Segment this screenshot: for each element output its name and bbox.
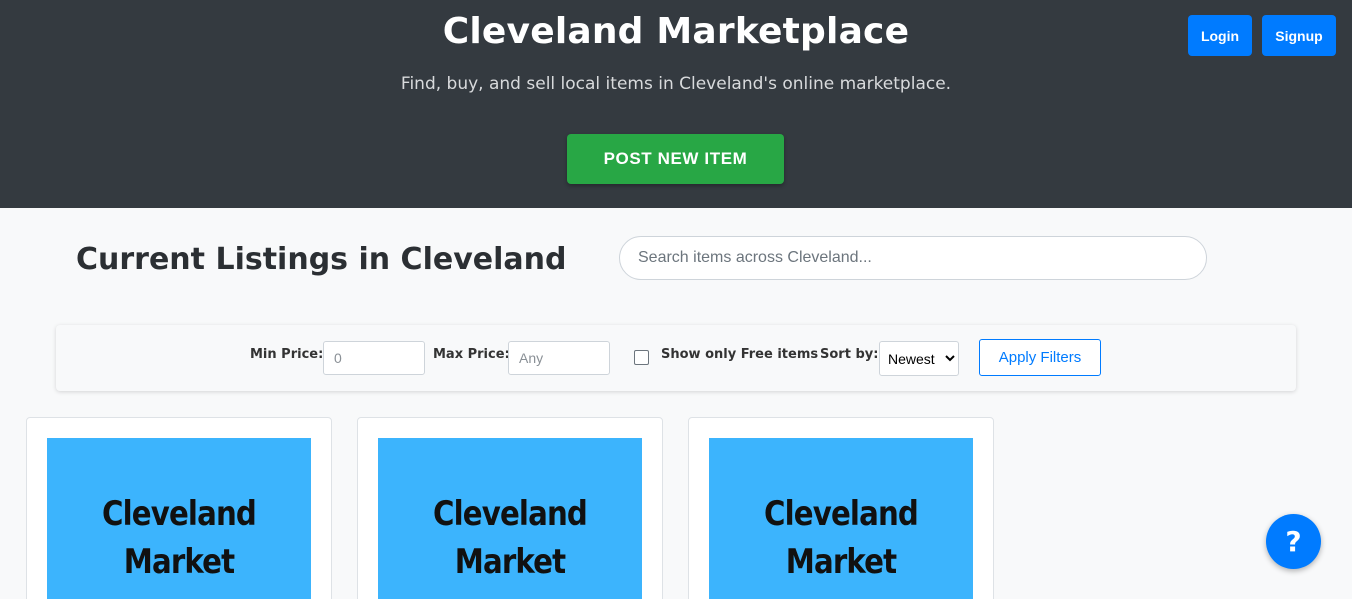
listing-image-line: Cleveland <box>764 494 919 534</box>
free-only-label: Show only Free items <box>661 347 819 362</box>
help-button[interactable]: ? <box>1266 514 1321 569</box>
listing-image: Cleveland Market <box>47 438 311 599</box>
listing-image-text: Cleveland Market <box>396 490 623 586</box>
site-title: Cleveland Marketplace <box>442 11 910 52</box>
listing-image: Cleveland Market <box>709 438 973 599</box>
listing-image: Cleveland Market <box>378 438 642 599</box>
site-header: Cleveland Marketplace Find, buy, and sel… <box>0 0 1352 208</box>
sort-select[interactable]: Newest <box>879 341 959 376</box>
apply-filters-button[interactable]: Apply Filters <box>979 339 1101 376</box>
post-new-item-button[interactable]: POST NEW ITEM <box>567 134 784 184</box>
min-price-input[interactable] <box>323 341 425 375</box>
login-button[interactable]: Login <box>1188 15 1252 56</box>
listing-image-line: Market <box>123 542 235 582</box>
site-subtitle: Find, buy, and sell local items in Cleve… <box>400 74 952 94</box>
listing-image-text: Cleveland Market <box>727 490 954 586</box>
search-input[interactable] <box>619 236 1207 280</box>
sort-label: Sort by: <box>820 347 879 362</box>
listing-card[interactable]: Cleveland Market <box>26 417 332 599</box>
free-only-checkbox[interactable] <box>634 350 649 365</box>
max-price-input[interactable] <box>508 341 610 375</box>
signup-button[interactable]: Signup <box>1262 15 1336 56</box>
listing-image-line: Cleveland <box>102 494 257 534</box>
min-price-label: Min Price: <box>250 347 324 362</box>
listing-image-line: Market <box>454 542 566 582</box>
listing-image-text: Cleveland Market <box>65 490 292 586</box>
listing-card[interactable]: Cleveland Market <box>688 417 994 599</box>
max-price-label: Max Price: <box>433 347 510 362</box>
filter-bar: Min Price: Max Price: Show only Free ite… <box>56 325 1296 391</box>
listings-title: Current Listings in Cleveland <box>76 242 567 277</box>
listing-card[interactable]: Cleveland Market <box>357 417 663 599</box>
listing-image-line: Market <box>785 542 897 582</box>
listing-image-line: Cleveland <box>433 494 588 534</box>
